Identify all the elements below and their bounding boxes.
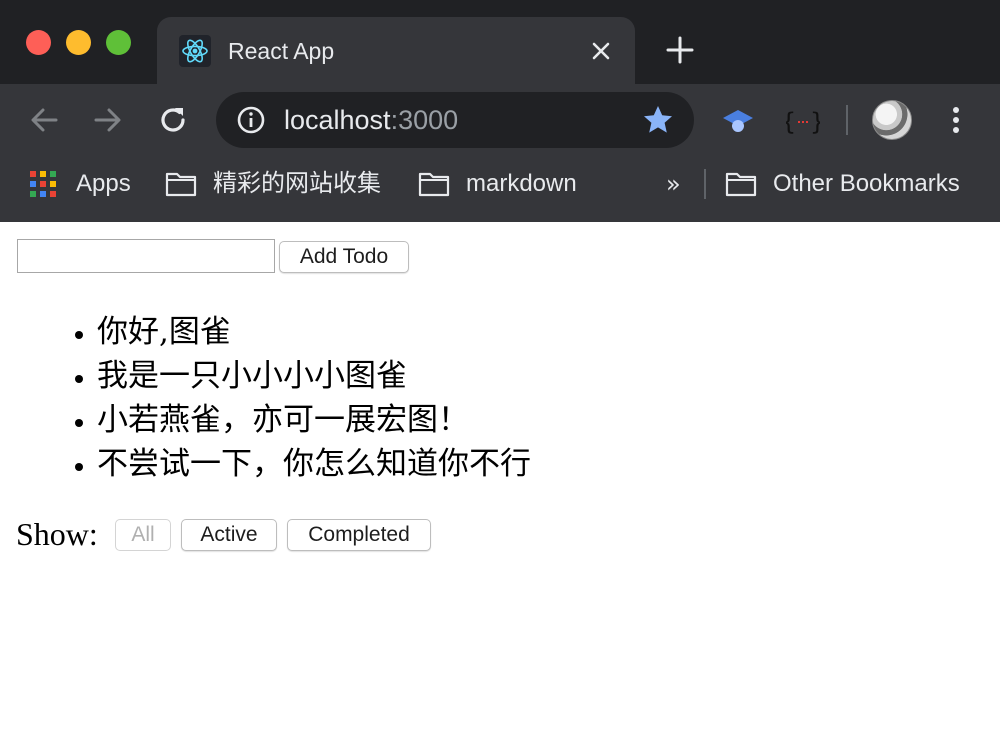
close-icon[interactable] (587, 37, 615, 65)
json-formatter-extension-icon[interactable]: { } (786, 104, 820, 140)
bookmarks-overflow-chevron[interactable]: » (666, 168, 681, 200)
profile-avatar[interactable] (872, 100, 912, 140)
address-bar[interactable]: localhost:3000 (216, 92, 694, 148)
filter-completed-button[interactable]: Completed (287, 519, 431, 551)
reload-icon[interactable] (155, 102, 191, 138)
filter-label: Show: (16, 516, 98, 552)
title-bar: React App (0, 0, 1000, 85)
bookmark-folder-markdown[interactable]: markdown (418, 168, 577, 200)
folder-icon (165, 172, 197, 197)
filter-all-button[interactable]: All (115, 519, 171, 551)
active-tab[interactable]: React App (157, 17, 635, 85)
info-icon[interactable] (236, 105, 266, 135)
new-tab-plus-icon[interactable] (664, 34, 696, 66)
folder-icon (725, 172, 757, 197)
back-arrow-icon[interactable] (26, 102, 62, 138)
bookmark-apps-label: Apps (76, 170, 131, 197)
filter-active-button[interactable]: Active (181, 519, 277, 551)
bookmark-folder-label: 精彩的网站收集 (213, 170, 381, 197)
other-bookmarks-label: Other Bookmarks (773, 170, 960, 197)
todo-item[interactable]: 小若燕雀，亦可一展宏图！ (97, 398, 531, 442)
todo-item[interactable]: 我是一只小小小小图雀 (97, 354, 531, 398)
url-host: localhost (284, 105, 391, 135)
bookmark-apps[interactable]: Apps (30, 168, 131, 200)
todo-input[interactable] (17, 239, 275, 273)
add-todo-button[interactable]: Add Todo (279, 241, 409, 273)
bookmark-folder-websites[interactable]: 精彩的网站收集 (165, 168, 381, 200)
todo-item[interactable]: 不尝试一下，你怎么知道你不行 (97, 442, 531, 486)
minimize-window-button[interactable] (66, 30, 91, 55)
page-content: Add Todo 你好,图雀 我是一只小小小小图雀 小若燕雀，亦可一展宏图！ 不… (0, 222, 1000, 750)
todo-list: 你好,图雀 我是一只小小小小图雀 小若燕雀，亦可一展宏图！ 不尝试一下，你怎么知… (0, 310, 531, 486)
react-logo-icon (179, 35, 211, 67)
bookmark-folder-label: markdown (466, 170, 577, 197)
toolbar-divider (846, 105, 848, 135)
url-port: :3000 (390, 105, 459, 135)
bookmarks-divider (704, 169, 706, 199)
close-window-button[interactable] (26, 30, 51, 55)
maximize-window-button[interactable] (106, 30, 131, 55)
browser-toolbar: localhost:3000 { } (0, 84, 1000, 156)
bookmark-other-bookmarks[interactable]: Other Bookmarks (725, 168, 960, 200)
bookmark-star-icon[interactable] (642, 104, 674, 136)
more-menu-icon[interactable] (944, 102, 968, 138)
graduation-cap-extension-icon[interactable] (720, 104, 756, 140)
todo-item[interactable]: 你好,图雀 (97, 310, 531, 354)
forward-arrow-icon[interactable] (90, 102, 126, 138)
bookmarks-bar: Apps 精彩的网站收集 markdown » Other Bookmarks (0, 156, 1000, 223)
folder-icon (418, 172, 450, 197)
apps-grid-icon (30, 171, 56, 197)
browser-window: React App localhost:3000 Apps 精彩的网站收集 ma… (0, 0, 1000, 750)
tab-title: React App (228, 38, 335, 64)
url-text: localhost:3000 (284, 104, 458, 136)
